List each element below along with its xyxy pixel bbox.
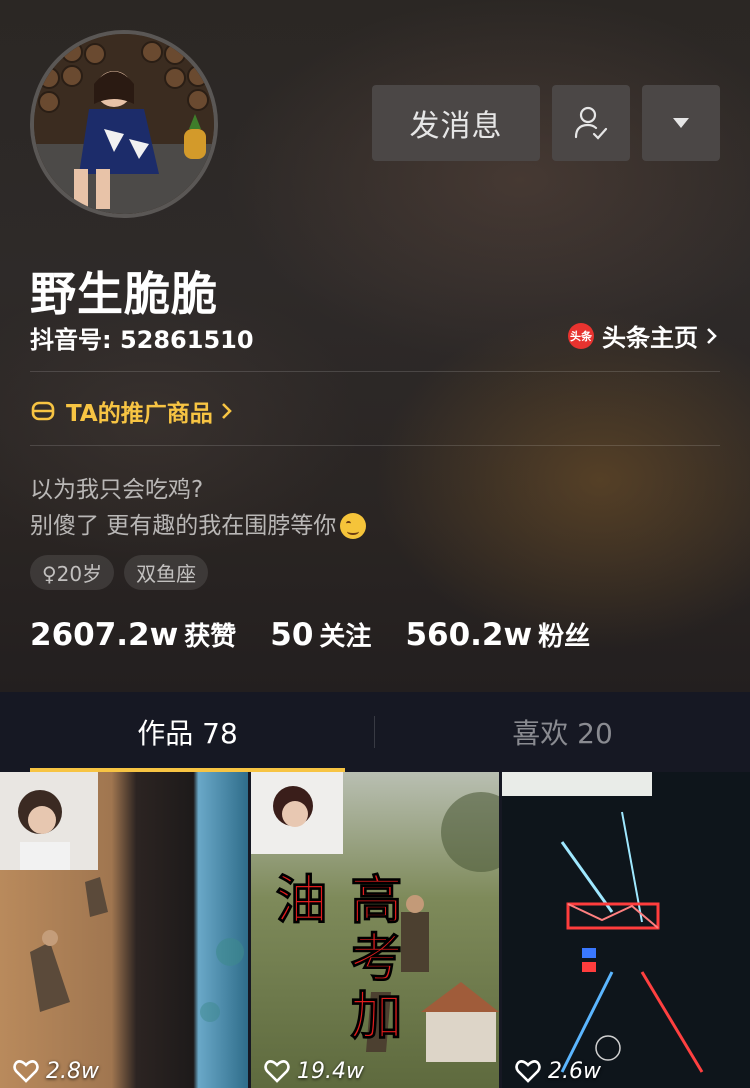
toutiao-homepage-link[interactable]: 头条 头条主页: [568, 318, 720, 353]
video-thumbnail-1[interactable]: 2.8w: [0, 772, 248, 1088]
video-likes: 2.6w: [514, 1058, 601, 1084]
divider: [30, 445, 720, 446]
video-thumbnail-3[interactable]: 2.6w: [502, 772, 750, 1088]
promoted-products-link[interactable]: TA的推广商品: [30, 394, 235, 428]
likes-stat[interactable]: 2607.2w 获赞: [30, 616, 236, 653]
chevron-right-icon: [221, 403, 232, 419]
zodiac-tag: 双鱼座: [124, 555, 209, 590]
heart-icon: [515, 1060, 541, 1083]
tab-works[interactable]: 作品 78: [0, 692, 375, 772]
heart-icon: [13, 1060, 39, 1083]
profile-name: 野生脆脆: [30, 267, 218, 321]
followers-count: 560.2w: [405, 617, 533, 653]
douyin-id: 抖音号: 52861510: [30, 326, 254, 354]
video-likes-count: 19.4w: [297, 1058, 364, 1084]
following-label: 关注: [319, 622, 372, 652]
send-message-button[interactable]: 发消息: [372, 85, 540, 161]
bio-line-2-wrap: 别傻了 更有趣的我在围脖等你: [30, 508, 367, 544]
followers-stat[interactable]: 560.2w 粉丝: [405, 616, 590, 653]
divider: [30, 371, 720, 372]
user-check-icon: [574, 106, 608, 140]
video-likes-count: 2.8w: [46, 1058, 99, 1084]
toutiao-label: 头条主页: [602, 324, 698, 352]
more-dropdown-button[interactable]: [642, 85, 720, 161]
followers-label: 粉丝: [538, 622, 591, 652]
video-thumbnail-2[interactable]: 高考加油 19.4w: [251, 772, 499, 1088]
promoted-products-label: TA的推广商品: [66, 401, 213, 427]
bio-line-2: 别傻了 更有趣的我在围脖等你: [30, 513, 337, 539]
following-stat[interactable]: 50 关注: [270, 616, 371, 653]
profile-stats: 2607.2w 获赞 50 关注 560.2w 粉丝: [30, 616, 624, 653]
likes-label: 获赞: [184, 622, 237, 652]
age-tag: ♀20岁: [30, 555, 115, 590]
content-tabs: 作品 78 喜欢 20: [0, 692, 750, 772]
tab-likes[interactable]: 喜欢 20: [375, 692, 750, 772]
bio-line-1: 以为我只会吃鸡?: [30, 477, 204, 503]
bio: 以为我只会吃鸡? 别傻了 更有趣的我在围脖等你: [30, 472, 367, 544]
video-caption-overlay: 高考加油: [266, 872, 402, 1047]
video-likes: 2.8w: [12, 1058, 99, 1084]
follow-button[interactable]: [552, 85, 630, 161]
video-grid: 2.8w 高考加油 19.4w 2.6w: [0, 772, 750, 1088]
video-likes: 19.4w: [263, 1058, 364, 1084]
profile-tags: ♀20岁 双鱼座: [30, 555, 209, 590]
wink-emoji-icon: [340, 513, 367, 539]
video-likes-count: 2.6w: [548, 1058, 601, 1084]
likes-count: 2607.2w: [30, 617, 179, 653]
heart-icon: [264, 1060, 290, 1083]
toutiao-logo: 头条: [568, 322, 594, 349]
caret-down-icon: [673, 118, 689, 128]
following-count: 50: [270, 617, 314, 653]
avatar[interactable]: [30, 30, 218, 218]
tab-separator: [374, 716, 375, 748]
shopping-cart-icon: [31, 401, 55, 421]
chevron-right-icon: [707, 327, 717, 344]
